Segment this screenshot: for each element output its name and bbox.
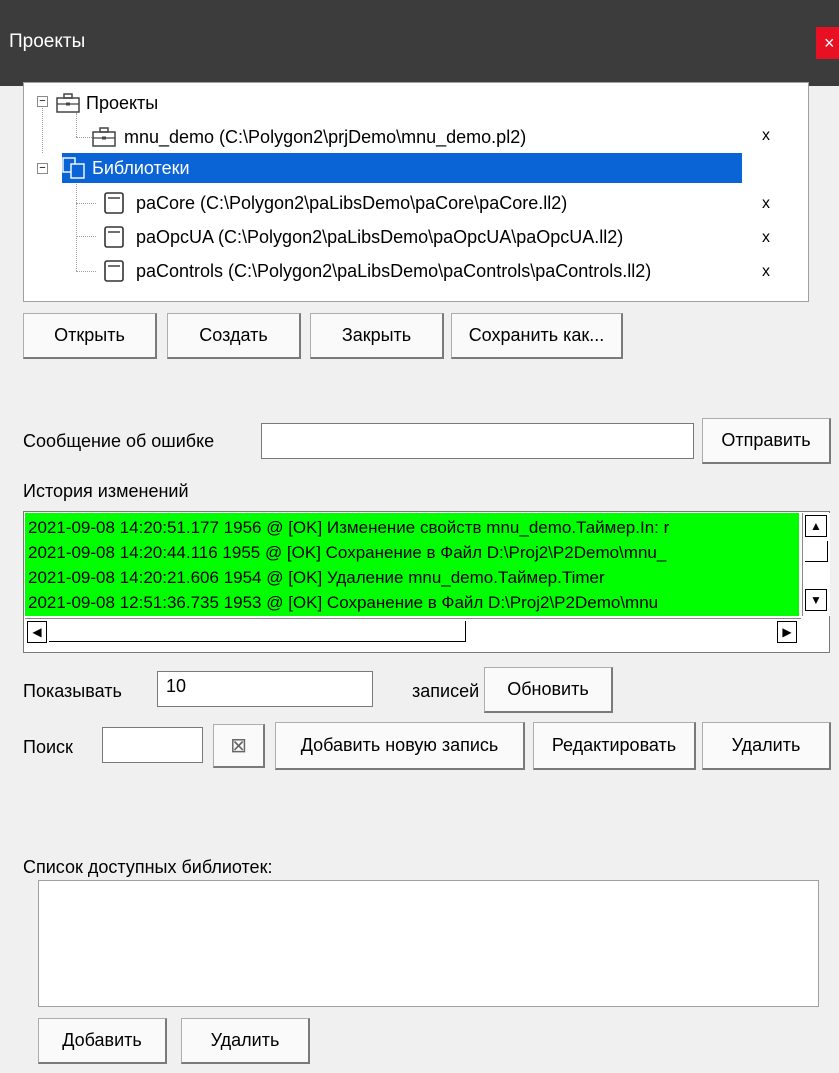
scroll-down-icon[interactable]: ▼ [805,589,827,611]
tree-item-label: paControls (C:\Polygon2\paLibsDemo\paCon… [136,260,652,281]
tree-item-label: mnu_demo (C:\Polygon2\prjDemo\mnu_demo.p… [124,126,527,147]
history-label: История изменений [23,481,189,501]
tree-line [42,101,43,153]
remove-library-button[interactable]: x [762,263,770,281]
tree-line [76,236,96,237]
tree-item-libraries[interactable]: Библиотеки [62,153,742,183]
create-button[interactable]: Создать [167,313,301,359]
clear-icon: ⊠ [230,735,247,757]
tree-item-library[interactable]: paControls (C:\Polygon2\paLibsDemo\paCon… [104,256,651,286]
tree-item-label: paCore (C:\Polygon2\paLibsDemo\paCore\pa… [136,192,568,213]
edit-record-button[interactable]: Редактировать [533,722,696,770]
library-icon [104,260,124,282]
scroll-up-icon[interactable]: ▲ [805,515,827,537]
error-report-label: Сообщение об ошибке [23,431,215,451]
clear-search-button[interactable]: ⊠ [213,724,265,768]
close-project-button[interactable]: Закрыть [310,313,444,359]
history-entry[interactable]: 2021-09-08 14:20:44.116 1955 @ [OK] Сохр… [28,543,798,563]
error-report-input[interactable] [261,423,694,459]
remove-project-button[interactable]: x [762,127,770,145]
library-icon [104,192,124,214]
scroll-left-icon[interactable]: ◀ [27,621,47,643]
briefcase-icon [56,93,80,113]
collapse-icon[interactable]: − [37,163,48,174]
close-icon[interactable]: × [816,27,839,59]
tree-item-library[interactable]: paCore (C:\Polygon2\paLibsDemo\paCore\pa… [104,188,567,218]
records-label: записей [412,681,480,701]
tree-item-projects[interactable]: Проекты [56,88,158,118]
search-label: Поиск [23,737,73,757]
history-entry[interactable]: 2021-09-08 14:20:51.177 1956 @ [OK] Изме… [28,518,798,538]
delete-record-button[interactable]: Удалить [702,722,831,770]
remove-library-button[interactable]: x [762,195,770,213]
tree-line [76,203,96,204]
add-record-button[interactable]: Добавить новую запись [275,722,525,770]
briefcase-icon [92,127,116,147]
h-scroll-thumb[interactable] [49,621,466,642]
window-title: Проекты [9,31,86,52]
search-input[interactable] [102,727,203,763]
vertical-scrollbar[interactable]: ▲ ▼ [802,513,830,616]
tree-item-label: paOpcUA (C:\Polygon2\paLibsDemo\paOpcUA\… [136,226,624,247]
libraries-icon [62,157,85,179]
tree-line [76,181,77,271]
history-list[interactable]: 2021-09-08 14:20:51.177 1956 @ [OK] Изме… [23,511,830,653]
horizontal-scrollbar[interactable]: ◀ ▶ [25,618,801,645]
available-libs-label: Список доступных библиотек: [23,857,273,877]
send-button[interactable]: Отправить [702,418,831,464]
available-libs-list[interactable] [38,880,819,1007]
show-label: Показывать [23,681,122,701]
remove-library-button[interactable]: x [762,229,770,247]
history-entry[interactable]: 2021-09-08 12:51:36.735 1953 @ [OK] Сохр… [28,593,798,613]
records-count-input[interactable]: 10 [157,671,373,707]
projects-tree[interactable]: − Проекты mnu_demo (C:\Polygon2\prjDemo\… [23,82,809,302]
tree-item-project[interactable]: mnu_demo (C:\Polygon2\prjDemo\mnu_demo.p… [92,122,526,152]
title-bar: Проекты × [0,0,839,86]
tree-line [76,271,96,272]
add-library-button[interactable]: Добавить [38,1018,167,1064]
library-icon [104,226,124,248]
save-as-button[interactable]: Сохранить как... [451,313,623,359]
delete-library-button[interactable]: Удалить [181,1018,310,1064]
tree-item-library[interactable]: paOpcUA (C:\Polygon2\paLibsDemo\paOpcUA\… [104,222,623,252]
tree-item-label: Проекты [86,92,159,113]
refresh-button[interactable]: Обновить [484,667,613,713]
tree-item-label: Библиотеки [92,157,190,178]
scroll-right-icon[interactable]: ▶ [777,621,797,643]
open-button[interactable]: Открыть [23,313,157,359]
history-entry[interactable]: 2021-09-08 14:20:21.606 1954 @ [OK] Удал… [28,568,798,588]
collapse-icon[interactable]: − [37,96,48,107]
scroll-thumb[interactable] [805,541,828,562]
